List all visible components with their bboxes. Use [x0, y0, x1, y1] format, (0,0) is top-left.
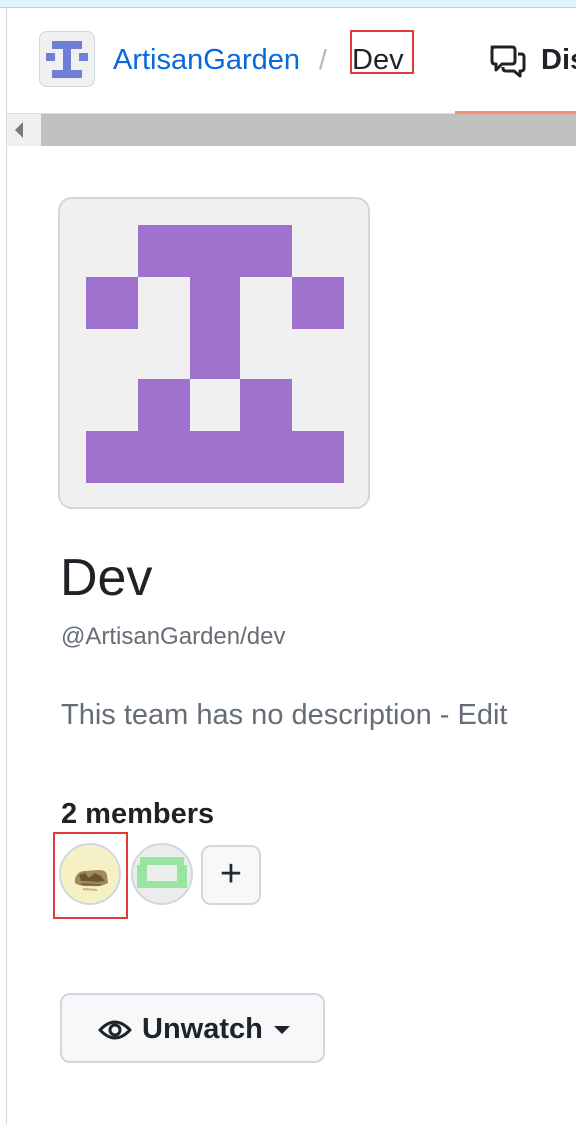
- member-highlight-box: [53, 832, 128, 919]
- team-header: ArtisanGarden / Dev Dis: [7, 8, 576, 114]
- browser-viewport: ArtisanGarden / Dev Dis Dev @ArtisanGard…: [0, 0, 576, 1124]
- comment-discussion-icon: [490, 45, 526, 78]
- edit-description-link[interactable]: Edit: [458, 699, 508, 731]
- unwatch-label: Unwatch: [142, 1013, 263, 1045]
- team-description-text: This team has no description -: [61, 699, 458, 731]
- team-breadcrumb[interactable]: Dev: [350, 30, 414, 76]
- left-border: [6, 8, 7, 1124]
- horizontal-scrollbar[interactable]: [7, 114, 576, 146]
- user-avatar-identicon-icon: [133, 845, 191, 903]
- scroll-left-icon[interactable]: [15, 122, 23, 138]
- team-slug: @ArtisanGarden/dev: [61, 623, 286, 650]
- top-accent-strip: [0, 0, 576, 8]
- team-breadcrumb-label: Dev: [352, 44, 404, 76]
- add-member-button[interactable]: +: [201, 845, 261, 905]
- team-avatar: [58, 197, 370, 509]
- member-avatar[interactable]: [131, 843, 193, 905]
- breadcrumb-separator: /: [319, 44, 327, 75]
- eye-icon: [98, 1020, 132, 1040]
- triangle-down-icon: [274, 1026, 290, 1034]
- members-count: 2 members: [61, 798, 215, 830]
- tab-discussions-label: Dis: [541, 44, 576, 76]
- page-title: Dev: [60, 549, 153, 607]
- tab-discussions[interactable]: Dis: [455, 8, 576, 114]
- team-identicon-icon: [86, 225, 344, 483]
- org-identicon-icon: [46, 41, 88, 78]
- org-breadcrumb-link[interactable]: ArtisanGarden: [113, 40, 300, 80]
- team-description: This team has no description - Edit: [61, 696, 508, 734]
- org-avatar[interactable]: [39, 31, 95, 87]
- unwatch-button[interactable]: Unwatch: [60, 993, 325, 1063]
- scrollbar-thumb[interactable]: [41, 114, 576, 146]
